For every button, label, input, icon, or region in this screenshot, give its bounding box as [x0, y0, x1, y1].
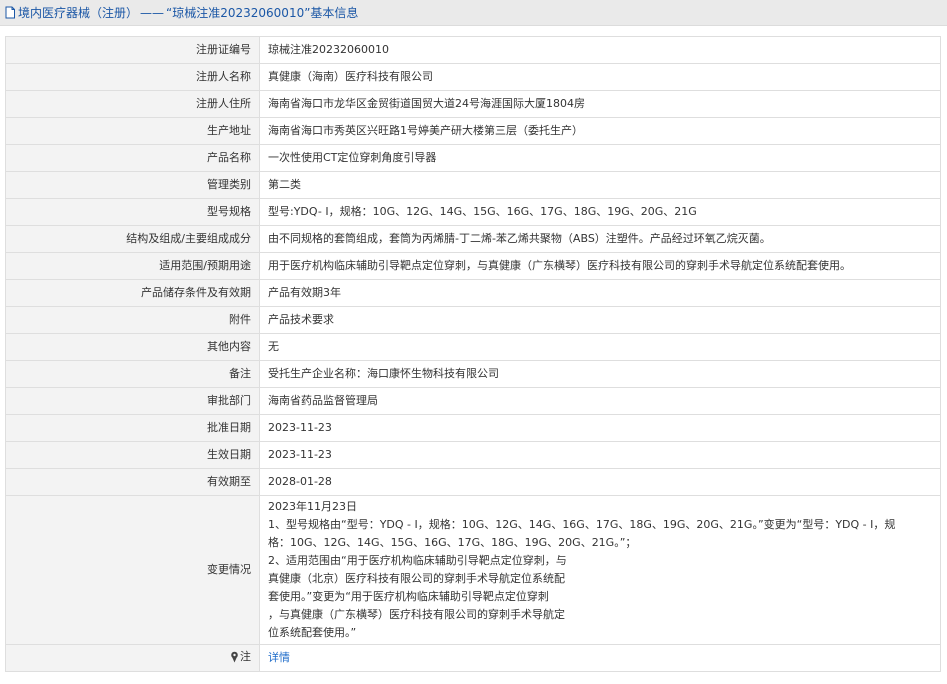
row-label: 产品储存条件及有效期: [5, 279, 260, 307]
row-label: 备注: [5, 360, 260, 388]
table-row: 其他内容无: [5, 333, 941, 361]
row-label: 结构及组成/主要组成成分: [5, 225, 260, 253]
pin-icon: [231, 651, 238, 662]
table-row: 附件 产品技术要求: [5, 306, 941, 334]
table-row: 生产地址 海南省海口市秀英区兴旺路1号婷美产研大楼第三层（委托生产）: [5, 117, 941, 145]
details-link[interactable]: 详情: [268, 651, 290, 664]
change-line: 位系统配套使用。”: [268, 626, 357, 639]
table-row: 适用范围/预期用途 用于医疗机构临床辅助引导靶点定位穿刺，与真健康（广东横琴）医疗…: [5, 252, 941, 280]
row-value: 真健康（海南）医疗科技有限公司: [259, 63, 941, 91]
row-label: 注册证编号: [5, 36, 260, 64]
row-label: 变更情况: [5, 495, 260, 645]
detail-table-wrapper: 注册证编号 琼械注准20232060010 注册人名称 真健康（海南）医疗科技有限公司…: [5, 36, 941, 672]
row-value: 由不同规格的套筒组成，套筒为丙烯腈-丁二烯-苯乙烯共聚物（ABS）注塑件。产品经…: [259, 225, 941, 253]
table-row: 型号规格 型号:YDQ- I，规格：10G、12G、14G、15G、16G、17G…: [5, 198, 941, 226]
table-row-note: 注 详情: [5, 644, 941, 672]
row-label: 附件: [5, 306, 260, 334]
row-label: 有效期至: [5, 468, 260, 496]
table-row: 管理类别 第二类: [5, 171, 941, 199]
breadcrumb-section[interactable]: 境内医疗器械（注册）: [18, 4, 138, 21]
row-value: 一次性使用CT定位穿刺角度引导器: [259, 144, 941, 172]
row-label: 型号规格: [5, 198, 260, 226]
row-value: 用于医疗机构临床辅助引导靶点定位穿刺，与真健康（广东横琴）医疗科技有限公司的穿刺…: [259, 252, 941, 280]
row-value: 海南省海口市龙华区金贸街道国贸大道24号海涯国际大厦1804房: [259, 90, 941, 118]
row-value: 受托生产企业名称：海口康怀生物科技有限公司: [259, 360, 941, 388]
breadcrumb-subject: “琼械注准20232060010”基本信息: [166, 6, 359, 20]
row-value: 2028-01-28: [259, 468, 941, 496]
detail-table: 注册证编号 琼械注准20232060010 注册人名称 真健康（海南）医疗科技有限公司…: [5, 36, 941, 672]
row-value: 产品技术要求: [259, 306, 941, 334]
change-line: ，与真健康（广东横琴）医疗科技有限公司的穿刺手术导航定: [268, 608, 565, 621]
row-value: 第二类: [259, 171, 941, 199]
table-row: 注册人住所 海南省海口市龙华区金贸街道国贸大道24号海涯国际大厦1804房: [5, 90, 941, 118]
row-value: 海南省海口市秀英区兴旺路1号婷美产研大楼第三层（委托生产）: [259, 117, 941, 145]
change-line: 2023年11月23日: [268, 500, 357, 513]
row-label: 其他内容: [5, 333, 260, 361]
table-row: 注册证编号 琼械注准20232060010: [5, 36, 941, 64]
table-row: 备注 受托生产企业名称：海口康怀生物科技有限公司: [5, 360, 941, 388]
table-row-changes: 变更情况 2023年11月23日 1、型号规格由“型号：YDQ - I，规格：1…: [5, 495, 941, 645]
row-label: 管理类别: [5, 171, 260, 199]
breadcrumb-separator: ——: [140, 5, 165, 20]
document-icon: [5, 6, 15, 19]
table-row: 注册人名称 真健康（海南）医疗科技有限公司: [5, 63, 941, 91]
row-label: 产品名称: [5, 144, 260, 172]
row-label: 适用范围/预期用途: [5, 252, 260, 280]
row-value: 琼械注准20232060010: [259, 36, 941, 64]
table-row: 生效日期 2023-11-23: [5, 441, 941, 469]
change-line: 真健康（北京）医疗科技有限公司的穿刺手术导航定位系统配: [268, 572, 565, 585]
table-row: 批准日期 2023-11-23: [5, 414, 941, 442]
row-value: 型号:YDQ- I，规格：10G、12G、14G、15G、16G、17G、18G…: [259, 198, 941, 226]
row-label: 审批部门: [5, 387, 260, 415]
changes-content: 2023年11月23日 1、型号规格由“型号：YDQ - I，规格：10G、12…: [259, 495, 941, 645]
table-row: 有效期至 2028-01-28: [5, 468, 941, 496]
row-value: 产品有效期3年: [259, 279, 941, 307]
row-value: 无: [259, 333, 941, 361]
change-line: 套使用。”变更为“用于医疗机构临床辅助引导靶点定位穿刺: [268, 590, 549, 603]
row-label: 注册人名称: [5, 63, 260, 91]
table-row: 产品储存条件及有效期 产品有效期3年: [5, 279, 941, 307]
change-line: 2、适用范围由“用于医疗机构临床辅助引导靶点定位穿刺，与: [268, 554, 567, 567]
change-line: 格：10G、12G、14G、15G、16G、17G、18G、19G、20G、21…: [268, 536, 637, 549]
row-label: 批准日期: [5, 414, 260, 442]
row-label: 生效日期: [5, 441, 260, 469]
table-row: 结构及组成/主要组成成分 由不同规格的套筒组成，套筒为丙烯腈-丁二烯-苯乙烯共聚物…: [5, 225, 941, 253]
table-row: 产品名称 一次性使用CT定位穿刺角度引导器: [5, 144, 941, 172]
row-label: 注册人住所: [5, 90, 260, 118]
note-label: 注: [240, 649, 251, 663]
change-line: 1、型号规格由“型号：YDQ - I，规格：10G、12G、14G、16G、17…: [268, 518, 896, 531]
row-label: 生产地址: [5, 117, 260, 145]
row-value: 2023-11-23: [259, 441, 941, 469]
breadcrumb: 境内医疗器械（注册） —— “琼械注准20232060010”基本信息: [0, 0, 947, 26]
row-value: 2023-11-23: [259, 414, 941, 442]
note-label-cell: 注: [5, 644, 260, 672]
note-value-cell: 详情: [259, 644, 941, 672]
table-row: 审批部门 海南省药品监督管理局: [5, 387, 941, 415]
row-value: 海南省药品监督管理局: [259, 387, 941, 415]
